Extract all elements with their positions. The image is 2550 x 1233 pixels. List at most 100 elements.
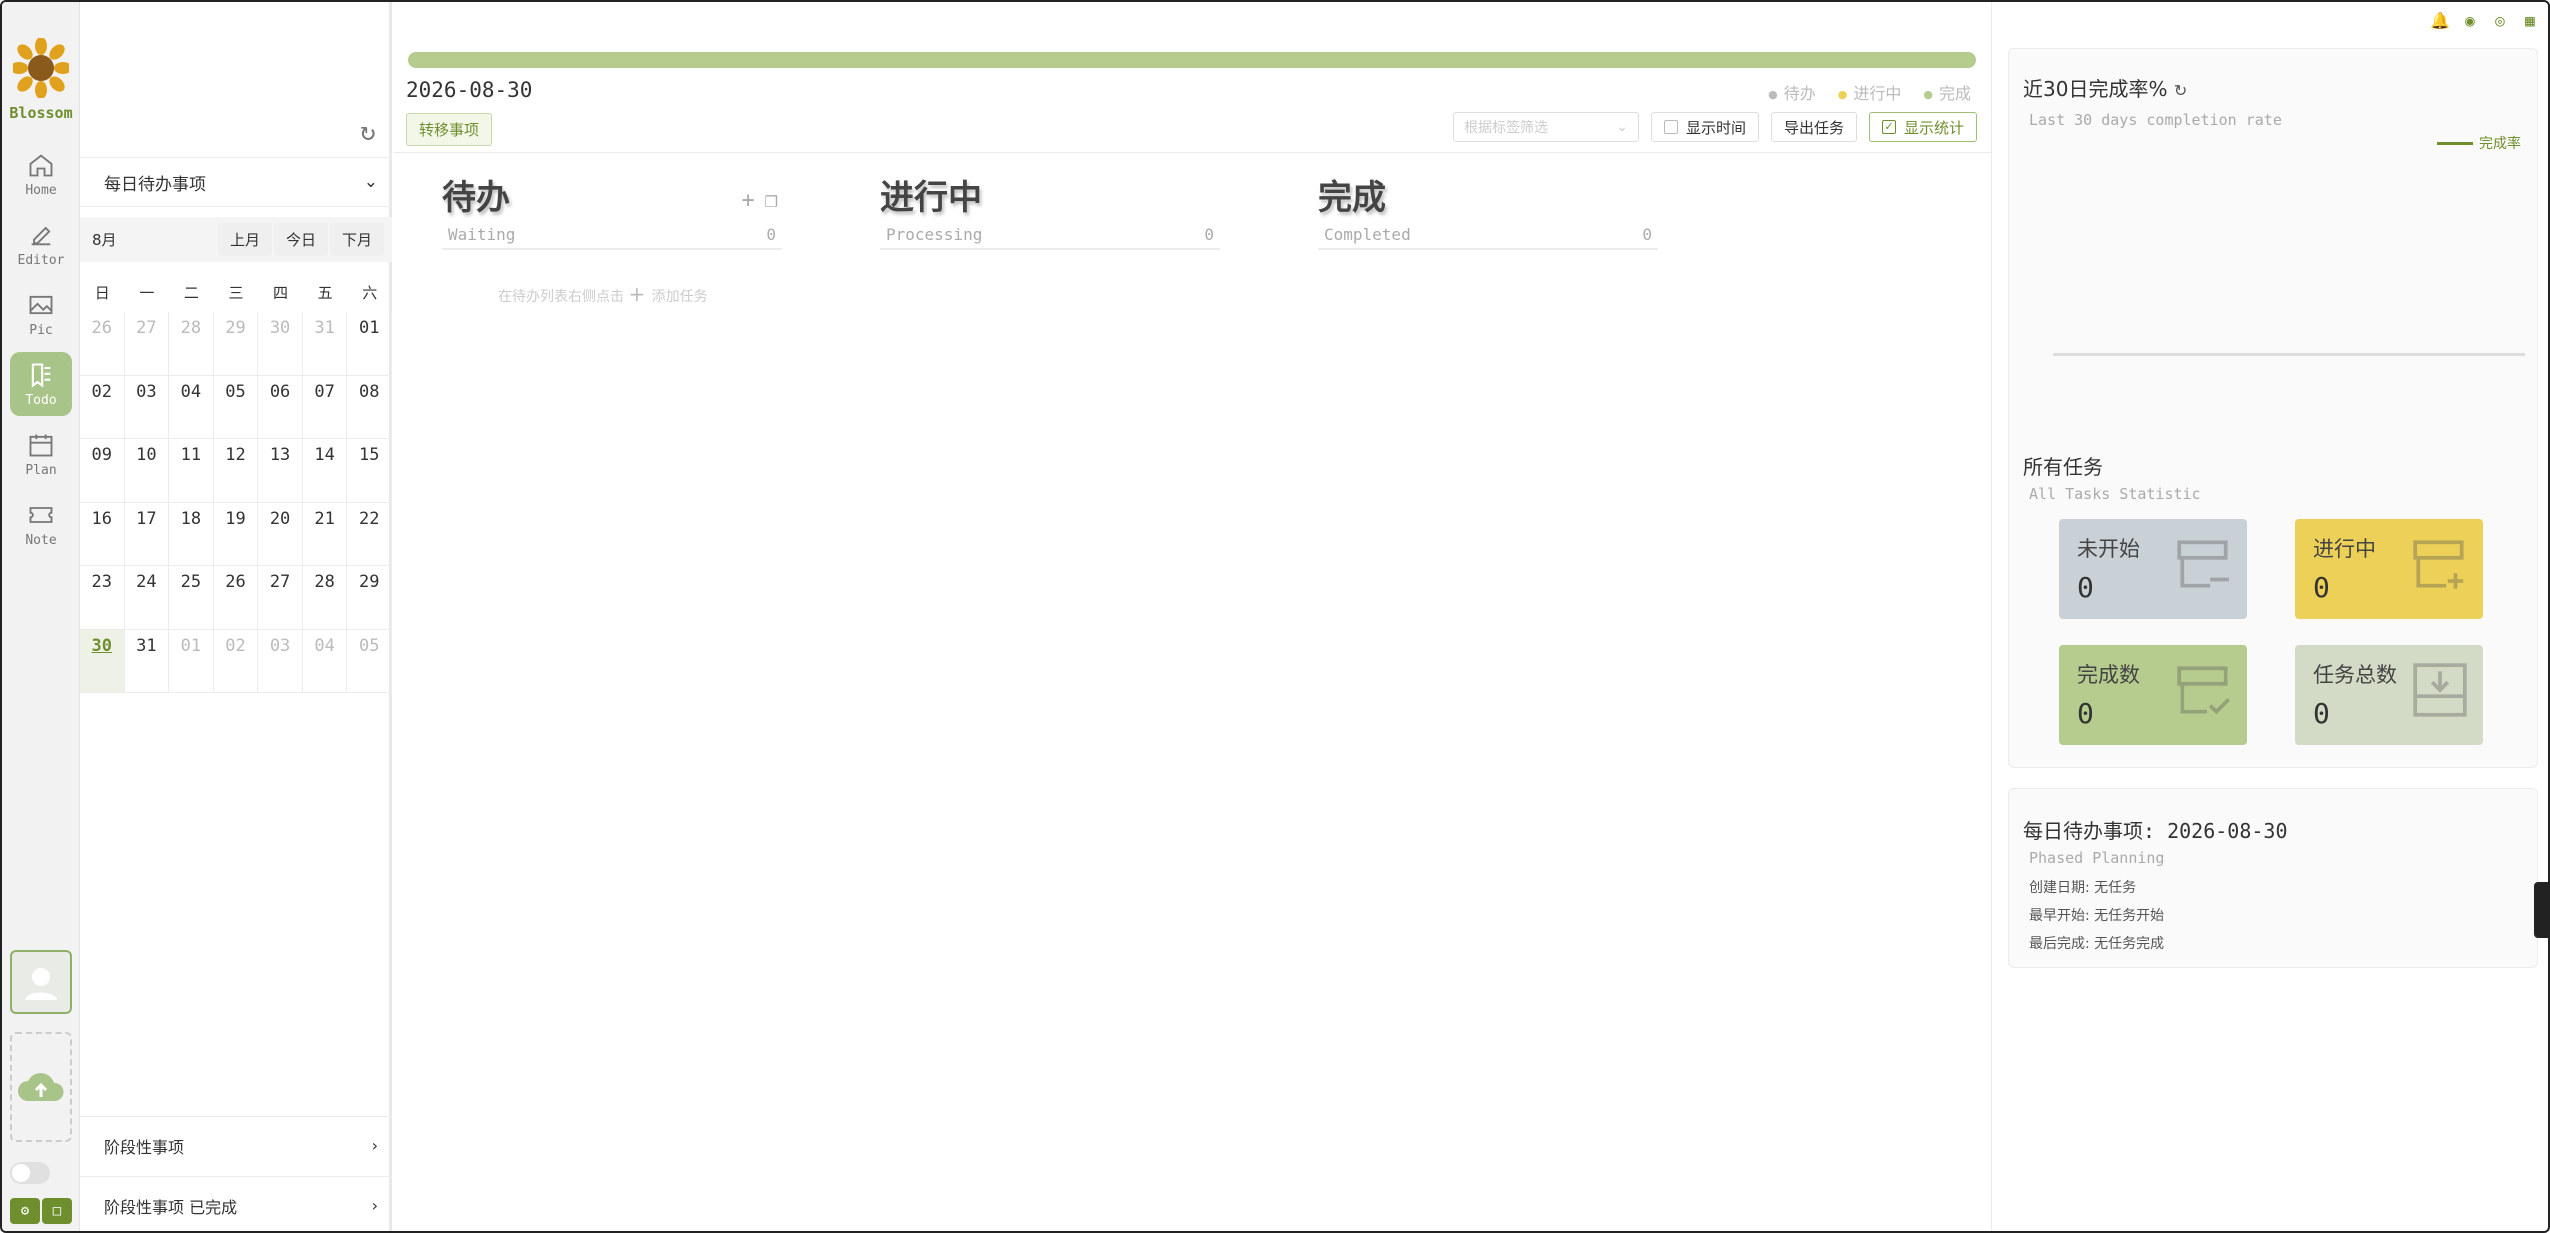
bell-icon[interactable]: 🔔 bbox=[2430, 10, 2450, 30]
home-icon bbox=[29, 153, 53, 176]
stage-done-row[interactable]: 阶段性事项 已完成 › bbox=[80, 1176, 392, 1231]
calendar-day[interactable]: 04 bbox=[169, 375, 214, 439]
nav-note[interactable]: Note bbox=[10, 492, 72, 556]
columns-icon[interactable]: ▦ bbox=[2520, 10, 2540, 30]
avatar[interactable] bbox=[10, 950, 72, 1014]
calendar-day[interactable]: 13 bbox=[258, 439, 303, 503]
completion-rate-title: 近30日完成率% ↻ bbox=[2023, 73, 2187, 102]
calendar-day[interactable]: 31 bbox=[124, 629, 170, 693]
calendar-day[interactable]: 07 bbox=[302, 375, 348, 439]
calendar-day[interactable]: 18 bbox=[169, 502, 214, 566]
calendar-day[interactable]: 29 bbox=[213, 312, 259, 376]
calendar-day[interactable]: 25 bbox=[169, 566, 214, 630]
show-time-label: 显示时间 bbox=[1685, 118, 1746, 137]
calendar-day[interactable]: 31 bbox=[302, 312, 348, 376]
calendar-day[interactable]: 20 bbox=[258, 502, 303, 566]
calendar-day[interactable]: 05 bbox=[213, 375, 259, 439]
export-button[interactable]: 导出任务 bbox=[1770, 112, 1857, 142]
card-processing: 进行中 0 bbox=[2295, 519, 2483, 619]
nav-rail: Blossom Home Editor Pic Todo Plan Note ⚙… bbox=[2, 2, 80, 1231]
refresh-icon[interactable]: ↻ bbox=[360, 117, 390, 147]
upload-area[interactable] bbox=[10, 1032, 72, 1142]
palette-icon[interactable]: ◉ bbox=[2460, 10, 2480, 30]
calendar-day[interactable]: 15 bbox=[347, 439, 392, 503]
current-date: 2026-08-30 bbox=[406, 78, 533, 102]
calendar-day[interactable]: 10 bbox=[124, 439, 170, 503]
calendar-day[interactable]: 28 bbox=[169, 312, 214, 376]
calendar-day[interactable]: 16 bbox=[80, 502, 125, 566]
calendar-day[interactable]: 19 bbox=[213, 502, 259, 566]
calendar-day[interactable]: 21 bbox=[302, 502, 348, 566]
side-drawer-handle[interactable] bbox=[2534, 882, 2548, 938]
nav-todo[interactable]: Todo bbox=[10, 352, 72, 416]
plus-icon: + bbox=[628, 282, 652, 306]
calendar-day[interactable]: 03 bbox=[124, 375, 170, 439]
calendar-day[interactable]: 24 bbox=[124, 566, 170, 630]
crop-icon[interactable]: □ bbox=[42, 1198, 72, 1224]
move-tasks-button[interactable]: 转移事项 bbox=[406, 113, 493, 146]
calendar-day[interactable]: 22 bbox=[347, 502, 392, 566]
copy-icon[interactable]: ❐ bbox=[765, 188, 778, 213]
nav-home[interactable]: Home bbox=[10, 142, 72, 206]
calendar-day[interactable]: 26 bbox=[80, 312, 125, 376]
next-month-button[interactable]: 下月 bbox=[329, 223, 384, 256]
nav-editor[interactable]: Editor bbox=[10, 212, 72, 276]
show-stats-label: 显示统计 bbox=[1903, 118, 1964, 137]
column-subheader: Waiting 0 bbox=[442, 225, 782, 250]
calendar-day[interactable]: 01 bbox=[169, 629, 214, 693]
weekday: 三 bbox=[228, 283, 244, 302]
column-processing: 进行中 Processing 0 bbox=[880, 170, 1220, 250]
plus-icon[interactable]: + bbox=[742, 188, 755, 213]
calendar-day[interactable]: 02 bbox=[80, 375, 125, 439]
weekday-header: 日 一 二 三 四 五 六 bbox=[80, 272, 392, 312]
calendar-day[interactable]: 03 bbox=[258, 629, 303, 693]
earliest-start: 最早开始: 无任务开始 bbox=[2029, 908, 2165, 924]
calendar-day[interactable]: 27 bbox=[124, 312, 170, 376]
show-stats-checkbox[interactable]: ✓ 显示统计 bbox=[1868, 112, 1977, 142]
calendar-day[interactable]: 04 bbox=[302, 629, 348, 693]
calendar-day[interactable]: 30 bbox=[80, 629, 125, 693]
calendar-day[interactable]: 08 bbox=[347, 375, 392, 439]
calendar-day[interactable]: 30 bbox=[258, 312, 303, 376]
weekday: 一 bbox=[139, 283, 155, 302]
daily-todo-title: 每日待办事项 bbox=[104, 174, 206, 195]
today-button[interactable]: 今日 bbox=[273, 223, 328, 256]
calendar-day[interactable]: 05 bbox=[347, 629, 392, 693]
nav-label: Note bbox=[25, 532, 57, 548]
show-time-checkbox[interactable]: 显示时间 bbox=[1650, 112, 1759, 142]
calendar-day[interactable]: 28 bbox=[302, 566, 348, 630]
stage-tasks-row[interactable]: 阶段性事项 › bbox=[80, 1116, 392, 1174]
chart-baseline bbox=[2053, 353, 2525, 356]
column-subtitle: Completed bbox=[1324, 225, 1411, 244]
calendar-day[interactable]: 14 bbox=[302, 439, 348, 503]
card-completed: 完成数 0 bbox=[2059, 645, 2247, 745]
settings-icon[interactable]: ⚙ bbox=[10, 1198, 40, 1224]
calendar-day[interactable]: 17 bbox=[124, 502, 170, 566]
cloud-upload-icon bbox=[18, 1073, 64, 1101]
calendar-day[interactable]: 12 bbox=[213, 439, 259, 503]
calendar-day[interactable]: 29 bbox=[347, 566, 392, 630]
calendar-day[interactable]: 01 bbox=[347, 312, 392, 376]
refresh-icon[interactable]: ↻ bbox=[2174, 81, 2187, 100]
daily-info-subtitle: Phased Planning bbox=[2029, 849, 2165, 867]
weekday: 二 bbox=[183, 283, 199, 302]
calendar-day[interactable]: 27 bbox=[258, 566, 303, 630]
system-tray: 🔔 ◉ ◎ ▦ bbox=[2430, 10, 2540, 30]
column-count: 0 bbox=[1642, 225, 1652, 244]
tag-filter-select[interactable]: 根据标签筛选 ⌄ bbox=[1452, 112, 1639, 142]
calendar-day[interactable]: 26 bbox=[213, 566, 259, 630]
nav-pic[interactable]: Pic bbox=[10, 282, 72, 346]
calendar-day[interactable]: 23 bbox=[80, 566, 125, 630]
stage-done-label: 阶段性事项 已完成 bbox=[104, 1197, 238, 1217]
daily-todo-header[interactable]: 每日待办事项 ⌄ bbox=[80, 157, 392, 207]
record-icon[interactable]: ◎ bbox=[2490, 10, 2510, 30]
nav-plan[interactable]: Plan bbox=[10, 422, 72, 486]
chevron-down-icon: ⌄ bbox=[363, 172, 378, 192]
calendar-day[interactable]: 06 bbox=[258, 375, 303, 439]
calendar-grid: 日 一 二 三 四 五 六 26 27 28 29 30 31 01 02 03 04 05 06 07… bbox=[80, 272, 392, 693]
theme-toggle[interactable] bbox=[10, 1162, 50, 1184]
calendar-day[interactable]: 02 bbox=[213, 629, 259, 693]
calendar-day[interactable]: 09 bbox=[80, 439, 125, 503]
calendar-day[interactable]: 11 bbox=[169, 439, 214, 503]
prev-month-button[interactable]: 上月 bbox=[217, 223, 272, 256]
